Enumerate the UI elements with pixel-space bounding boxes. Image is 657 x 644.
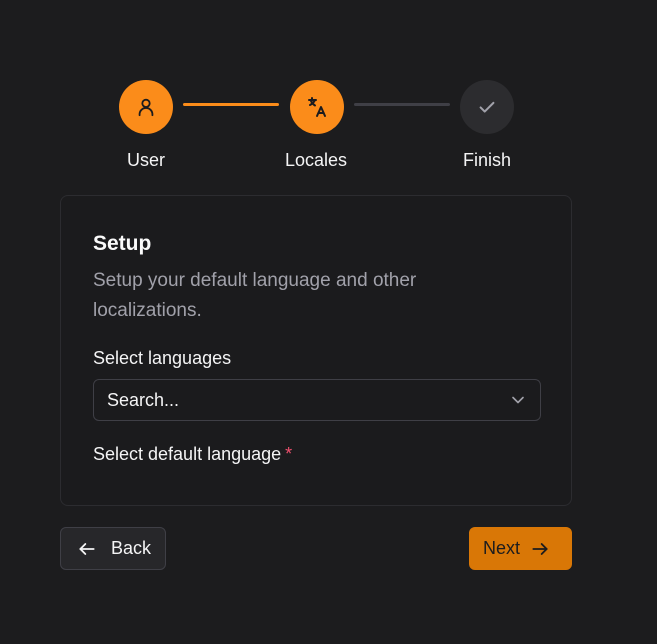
- languages-select[interactable]: Search...: [93, 379, 541, 421]
- default-language-label: Select default language *: [93, 444, 292, 465]
- translate-icon: [305, 95, 329, 119]
- check-icon: [476, 96, 498, 118]
- card-description: Setup your default language and other lo…: [93, 270, 417, 321]
- onboarding-page: User Locales Finish Setup Setup your def…: [0, 0, 657, 644]
- next-button-label: Next: [483, 538, 521, 558]
- step-user-circle[interactable]: [119, 80, 173, 134]
- step-connector-2: [354, 103, 450, 106]
- required-marker: *: [285, 444, 293, 464]
- arrow-right-icon: [530, 539, 550, 559]
- chevron-down-icon[interactable]: [508, 390, 528, 410]
- step-finish-circle[interactable]: [460, 80, 514, 134]
- back-button[interactable]: Back: [60, 527, 166, 570]
- default-language-label-text: Select default language: [93, 444, 282, 464]
- next-button[interactable]: Next: [469, 527, 572, 570]
- step-finish-label: Finish: [462, 150, 511, 170]
- user-icon: [135, 96, 157, 118]
- languages-label: Select languages: [93, 348, 232, 368]
- step-connector-1: [183, 103, 279, 106]
- languages-search-placeholder[interactable]: Search...: [107, 390, 508, 411]
- card-title: Setup: [93, 232, 152, 255]
- arrow-left-icon: [77, 539, 97, 559]
- setup-card: Setup Setup your default language and ot…: [60, 195, 572, 506]
- step-locales-label: Locales: [284, 150, 348, 170]
- step-locales-circle[interactable]: [290, 80, 344, 134]
- step-user-label: User: [126, 150, 165, 170]
- back-button-label: Back: [111, 538, 152, 558]
